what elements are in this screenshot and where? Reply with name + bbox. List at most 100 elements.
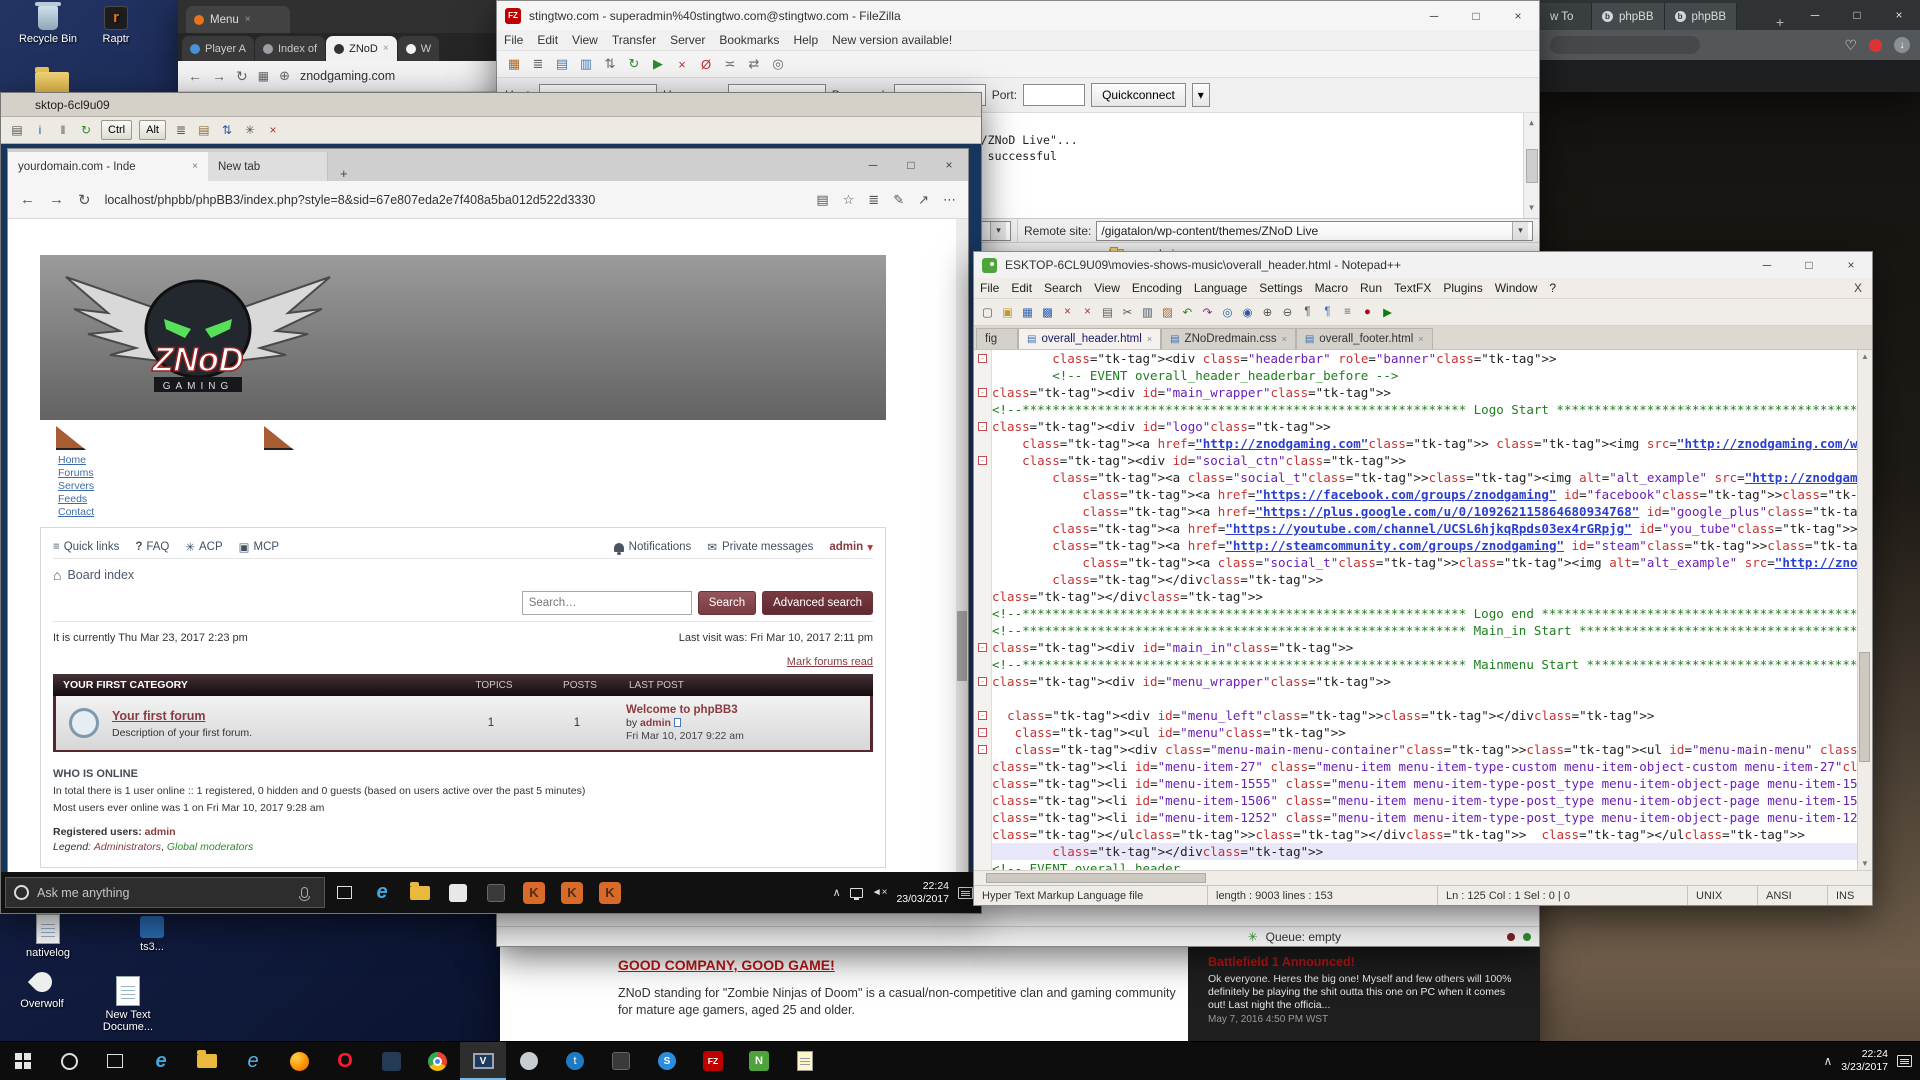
document-tab[interactable]: ▤ overall_header.html × xyxy=(1018,328,1161,349)
notepad-icon[interactable] xyxy=(782,1042,828,1080)
reading-view-icon[interactable]: ▤ xyxy=(816,192,828,208)
port-input[interactable] xyxy=(1023,84,1085,106)
lastpost-link[interactable]: Welcome to phpBB3 xyxy=(626,704,870,716)
scroll-down-icon[interactable]: ▼ xyxy=(1861,859,1869,868)
browser-tab[interactable]: b phpBB xyxy=(1665,3,1738,30)
action-center-icon[interactable] xyxy=(1897,1055,1912,1067)
network-icon[interactable] xyxy=(850,888,863,898)
acp-link[interactable]: ✳ACP xyxy=(185,540,222,554)
doc-close-button[interactable]: X xyxy=(1848,281,1872,295)
filezilla-titlebar[interactable]: FZ stingtwo.com - superadmin%40stingtwo.… xyxy=(497,1,1539,30)
back-icon[interactable]: ← xyxy=(188,68,202,84)
code-line[interactable]: class="tk-tag"><li id="menu-item-1252" c… xyxy=(974,809,1857,826)
tray-expand-icon[interactable]: ∧ xyxy=(833,886,841,899)
cut-icon[interactable]: ✂ xyxy=(1118,303,1137,322)
lastpost-user[interactable]: admin xyxy=(640,717,671,729)
browser-tab[interactable]: Player A xyxy=(182,36,254,61)
address-bar[interactable] xyxy=(1550,36,1700,54)
vnc-titlebar[interactable]: sktop-6cl9u09 xyxy=(1,93,981,117)
zoom-out-icon[interactable]: ⊖ xyxy=(1278,303,1297,322)
menu-item[interactable]: Run xyxy=(1354,281,1388,295)
nav-link[interactable]: Servers xyxy=(58,480,94,492)
minimize-button[interactable]: ─ xyxy=(854,149,892,181)
minimize-button[interactable]: ─ xyxy=(1746,252,1788,278)
orange-app-icon-2[interactable]: K K xyxy=(553,872,591,913)
maximize-button[interactable]: □ xyxy=(1455,1,1497,30)
save-icon[interactable]: ▦ xyxy=(1018,303,1037,322)
new-tab-button[interactable]: + xyxy=(328,166,360,181)
alt-key-button[interactable]: Alt xyxy=(137,120,168,140)
chevron-down-icon[interactable]: ▾ xyxy=(990,222,1006,240)
code-line[interactable]: class="tk-tag"><a href="https://plus.goo… xyxy=(974,503,1857,520)
toggle-queue-icon[interactable]: ⇅ xyxy=(599,53,621,75)
code-line[interactable]: - class="tk-tag"><div class="headerbar" … xyxy=(974,350,1857,367)
dark-blue-app-icon[interactable] xyxy=(368,1042,414,1080)
dark-app-icon[interactable] xyxy=(477,872,515,913)
notepadpp-titlebar[interactable]: ESKTOP-6CL9U09\movies-shows-music\overal… xyxy=(974,252,1872,278)
menu-item[interactable]: Settings xyxy=(1253,281,1308,295)
directory-compare-icon[interactable]: ≍ xyxy=(719,53,741,75)
more-icon[interactable]: ⋯ xyxy=(943,192,956,208)
menu-item[interactable]: Bookmarks xyxy=(712,33,786,47)
desktop-icon-raptr[interactable]: r Raptr xyxy=(76,6,156,45)
browser-tab[interactable]: b phpBB xyxy=(1592,3,1665,30)
forward-icon[interactable]: → xyxy=(212,68,226,84)
task-view-button[interactable] xyxy=(92,1042,138,1080)
hub-icon[interactable]: ≣ xyxy=(868,192,879,208)
close-all-icon[interactable]: × xyxy=(1078,303,1097,322)
action-center-icon[interactable] xyxy=(958,887,973,899)
scroll-down-icon[interactable]: ▼ xyxy=(1529,200,1534,216)
browser-tab[interactable]: b w To xyxy=(1540,3,1592,30)
code-line[interactable]: class="tk-tag"></divclass="tk-tag">> xyxy=(974,588,1857,605)
redo-icon[interactable]: ↷ xyxy=(1198,303,1217,322)
code-line[interactable]: class="tk-tag"><a class="social_t"class=… xyxy=(974,469,1857,486)
clock[interactable]: 22:24 3/23/2017 xyxy=(1841,1048,1888,1074)
tab-menu[interactable]: Menu × xyxy=(186,6,290,33)
indent-guide-icon[interactable]: ≡ xyxy=(1338,303,1357,322)
nav-link[interactable]: Feeds xyxy=(58,493,87,505)
tab-close-icon[interactable]: × xyxy=(1147,334,1152,344)
address-text[interactable]: znodgaming.com xyxy=(300,69,395,83)
tray-expand-icon[interactable]: ∧ xyxy=(1823,1054,1832,1068)
document-tab[interactable]: ▤ ZNoDredmain.css × xyxy=(1161,328,1296,349)
code-line[interactable]: class="tk-tag"><a href="https://youtube.… xyxy=(974,520,1857,537)
remote-site-combobox[interactable]: /gigatalon/wp-content/themes/ZNoD Live ▾ xyxy=(1096,221,1533,241)
clock[interactable]: 22:24 23/03/2017 xyxy=(896,880,949,906)
code-line[interactable]: class="tk-tag"><a href="https://facebook… xyxy=(974,486,1857,503)
code-line[interactable]: -class="tk-tag"><div id="main_wrapper"cl… xyxy=(974,384,1857,401)
goto-post-icon[interactable] xyxy=(674,718,681,727)
news-heading[interactable]: Battlefield 1 Announced! xyxy=(1208,955,1522,969)
scrollbar-thumb[interactable] xyxy=(986,873,1206,883)
vnc-viewer-icon[interactable]: V V xyxy=(460,1042,506,1080)
refresh-icon[interactable]: ↻ xyxy=(78,191,91,209)
scroll-up-icon[interactable]: ▲ xyxy=(1529,115,1534,131)
home-icon[interactable]: ⌂ xyxy=(53,567,61,583)
log-scrollbar[interactable]: ▲ ▼ xyxy=(1523,113,1539,218)
record-macro-icon[interactable]: ● xyxy=(1358,303,1377,322)
code-line[interactable]: class="tk-tag"><a href="http://steamcomm… xyxy=(974,537,1857,554)
user-menu[interactable]: admin▾ xyxy=(829,540,873,554)
ie-icon[interactable]: e xyxy=(230,1042,276,1080)
minimize-button[interactable]: ─ xyxy=(1794,0,1836,30)
tab-close-icon[interactable]: × xyxy=(1418,334,1423,344)
sync-browsing-icon[interactable]: ⇄ xyxy=(743,53,765,75)
menu-item[interactable]: File xyxy=(974,281,1005,295)
code-line[interactable]: -class="tk-tag"><div id="menu_wrapper"cl… xyxy=(974,673,1857,690)
quickconnect-dropdown-button[interactable]: ▾ xyxy=(1192,83,1210,107)
maximize-button[interactable]: □ xyxy=(1836,0,1878,30)
desktop-icon-new-text-document[interactable]: New Text Docume... xyxy=(82,976,174,1033)
registered-user-link[interactable]: admin xyxy=(145,826,176,838)
editor-hscrollbar[interactable] xyxy=(974,870,1872,885)
advanced-search-button[interactable]: Advanced search xyxy=(762,591,873,615)
disconnect-icon[interactable]: × xyxy=(263,120,283,140)
code-line[interactable]: -class="tk-tag"><div id="main_in"class="… xyxy=(974,639,1857,656)
menu-item[interactable]: Encoding xyxy=(1126,281,1188,295)
minimize-button[interactable]: ─ xyxy=(1413,1,1455,30)
close-button[interactable]: × xyxy=(1497,1,1539,30)
orange-app-icon-1[interactable]: K K xyxy=(515,872,553,913)
close-button[interactable]: × xyxy=(930,149,968,181)
scrollbar-thumb[interactable] xyxy=(1526,149,1538,183)
code-line[interactable]: class="tk-tag"></divclass="tk-tag">> xyxy=(974,571,1857,588)
browser-tab[interactable]: ZNoD × xyxy=(326,36,397,61)
favorite-heart-icon[interactable]: ♡ xyxy=(1844,37,1857,54)
